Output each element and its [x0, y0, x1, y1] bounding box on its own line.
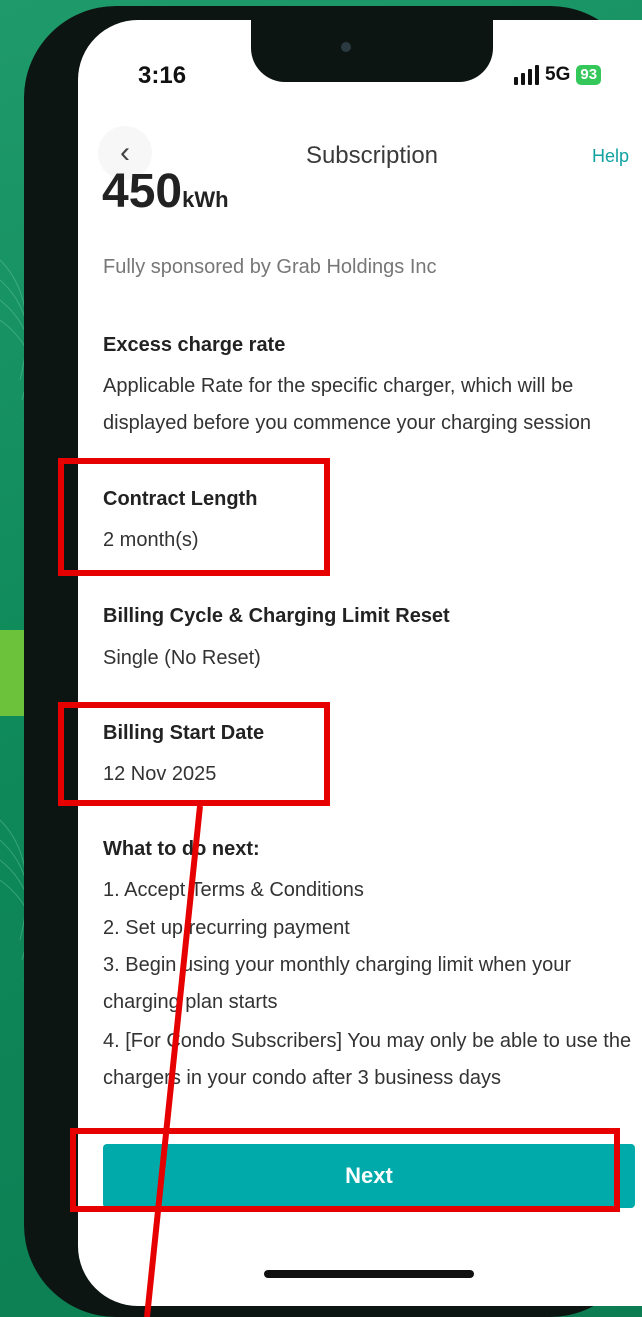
annotation-line: [144, 805, 203, 1317]
